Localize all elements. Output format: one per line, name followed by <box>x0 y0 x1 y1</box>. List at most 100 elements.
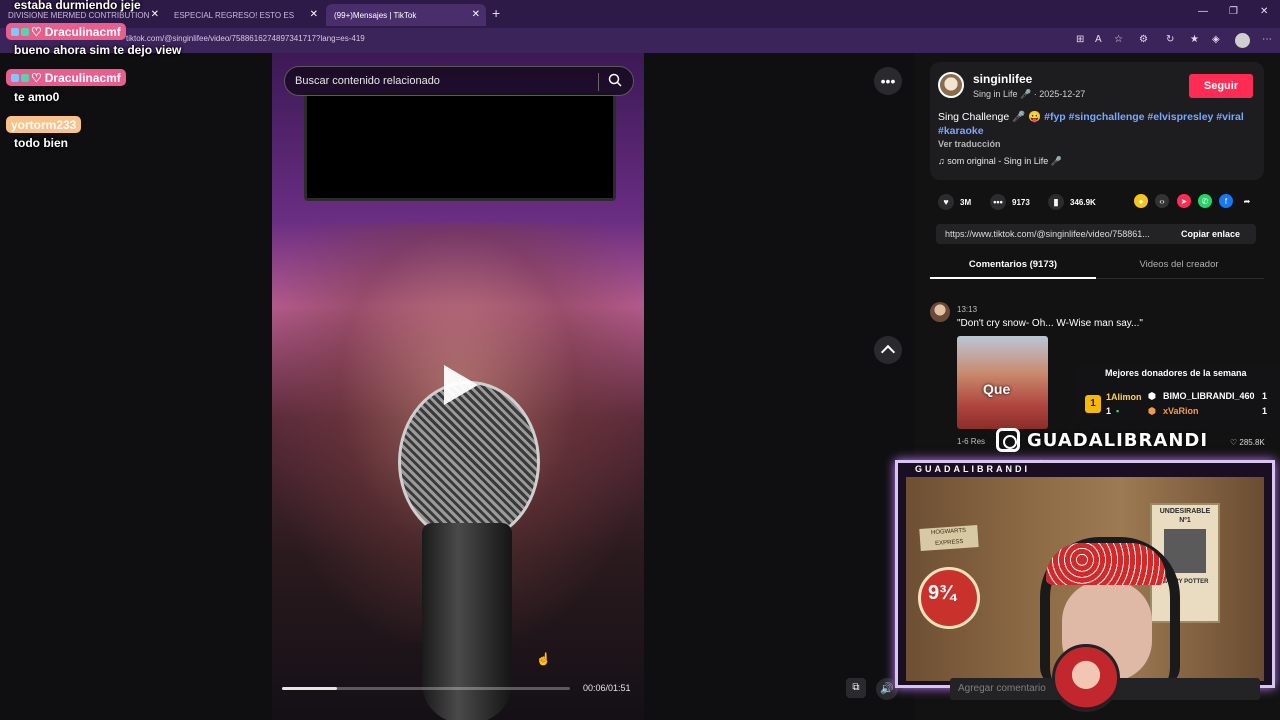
shield-icon[interactable]: ◈ <box>1212 34 1220 45</box>
comment-stat[interactable]: ••• 9173 <box>990 194 1030 210</box>
chat-message: bueno ahora sim te dejo view <box>14 43 182 57</box>
active-tab-indicator <box>930 277 1096 279</box>
send-icon[interactable]: ➤ <box>1177 194 1191 208</box>
copy-link-button[interactable]: Copiar enlace <box>1181 229 1240 239</box>
star-icon[interactable]: ☆ <box>1114 34 1123 45</box>
donor-badge-icon: ⬢ <box>1148 406 1156 416</box>
heart-icon: ♡ <box>31 24 42 39</box>
bookmark-icon: ▮ <box>1048 194 1064 210</box>
creator-avatar[interactable] <box>938 72 964 98</box>
chat-username: ♡ Draculinacmf <box>6 69 126 86</box>
microphone-body <box>422 523 512 720</box>
mouse-cursor: ☝ <box>536 652 551 666</box>
translate-icon[interactable]: A <box>1095 34 1102 45</box>
chat-username-text: Draculinacmf <box>44 24 121 39</box>
gift-icon: ▪ <box>1116 406 1120 416</box>
facebook-icon[interactable]: f <box>1219 194 1233 208</box>
chat-message: todo bien <box>14 136 68 150</box>
chat-username-text: Draculinacmf <box>44 70 121 85</box>
video-link[interactable]: https://www.tiktok.com/@singinlifee/vide… <box>945 229 1171 239</box>
related-search-input[interactable]: Buscar contenido relacionado <box>284 66 634 96</box>
like-count: 3M <box>960 197 972 207</box>
comment-meta[interactable]: 1-6 Res <box>957 437 985 446</box>
search-icon[interactable] <box>608 73 622 87</box>
close-window-icon[interactable]: ✕ <box>1260 6 1268 17</box>
save-count: 346.9K <box>1070 197 1096 207</box>
chat-message: estaba durmiendo jeje <box>14 0 141 12</box>
heart-icon: ♡ <box>31 70 42 85</box>
badge-icon <box>11 27 19 36</box>
see-translation-link[interactable]: Ver traducción <box>938 139 1001 149</box>
follow-button[interactable]: Seguir <box>1189 74 1253 98</box>
previous-video-button[interactable] <box>874 336 902 364</box>
tab-comments[interactable]: Comentarios (9173) <box>930 259 1096 270</box>
creator-name[interactable]: singinlifee <box>973 72 1032 86</box>
left-pane <box>0 53 272 720</box>
browser-tab-2[interactable]: ESPECIAL REGRESO! ESTO ES ✕ <box>166 4 324 26</box>
install-icon[interactable]: ⊞ <box>1076 34 1084 45</box>
donor-count: 1 <box>1106 406 1112 416</box>
instagram-handle: GUADALIBRANDI <box>1027 430 1209 451</box>
like-stat[interactable]: ♥ 3M <box>938 194 971 210</box>
more-options-button[interactable]: ••• <box>874 67 902 95</box>
close-icon[interactable]: ✕ <box>151 9 159 20</box>
menu-icon[interactable]: ⋯ <box>1262 34 1272 45</box>
donor-badge-icon: ⬢ <box>1148 391 1156 401</box>
commenter-avatar[interactable] <box>930 302 950 322</box>
minimize-icon[interactable]: — <box>1198 6 1208 17</box>
progress-bar[interactable] <box>282 687 570 690</box>
donors-title: Mejores donadores de la semana <box>1105 368 1247 378</box>
badge-icon <box>21 73 29 82</box>
coin-icon[interactable]: ● <box>1134 194 1148 208</box>
tab-creator-videos[interactable]: Videos del creador <box>1096 259 1262 270</box>
comment-likes[interactable]: ♡ 285.8K <box>1230 438 1265 447</box>
chat-username: yortorm233 <box>6 116 82 133</box>
comment-time: 13:13 <box>957 305 978 314</box>
comment-image-caption: Que <box>983 381 1011 397</box>
timecode: 00:06/01:51 <box>583 683 631 693</box>
extensions-icon[interactable]: ⚙ <box>1139 34 1148 45</box>
browser-tab-3[interactable]: (99+)Mensajes | TikTok ✕ <box>326 4 486 26</box>
badge-icon <box>21 27 29 36</box>
sound-link[interactable]: ♫ som original - Sing in Life 🎤 <box>938 156 1062 167</box>
new-tab-icon[interactable]: + <box>492 5 500 21</box>
platform-number: 9¾ <box>928 582 956 604</box>
save-stat[interactable]: ▮ 346.9K <box>1048 194 1096 210</box>
comment-count: 9173 <box>1012 197 1030 207</box>
hogwarts-sign: HOGWARTS EXPRESS <box>919 525 979 551</box>
chat-username: ♡ Draculinacmf <box>6 23 126 40</box>
restore-icon[interactable]: ❐ <box>1229 6 1238 17</box>
url-field[interactable]: tiktok.com/@singinlifee/video/7588616274… <box>126 34 365 43</box>
play-icon[interactable] <box>444 365 478 405</box>
donor-name: 1Alimon <box>1106 392 1142 402</box>
video-player[interactable]: Buscar contenido relacionado 00:06/01:51 <box>272 53 644 720</box>
creator-subtitle: Sing in Life 🎤 · 2025-12-27 <box>973 89 1086 99</box>
search-placeholder: Buscar contenido relacionado <box>295 75 440 87</box>
bandana <box>1046 543 1166 585</box>
badge-icon <box>11 73 19 82</box>
embed-icon[interactable]: ‹› <box>1155 194 1169 208</box>
favorites-icon[interactable]: ★ <box>1190 34 1199 45</box>
post-caption: Sing Challenge 🎤 😛 #fyp #singchallenge #… <box>938 110 1256 138</box>
instagram-icon <box>996 428 1020 452</box>
divider <box>598 73 599 91</box>
close-icon[interactable]: ✕ <box>472 9 480 20</box>
streamer-avatar <box>1052 644 1120 712</box>
close-icon[interactable]: ✕ <box>310 9 318 20</box>
sync-icon[interactable]: ↻ <box>1166 34 1174 45</box>
progress-fill <box>282 687 337 690</box>
tab-title: (99+)Mensajes | TikTok <box>334 10 417 20</box>
microphone-head <box>398 381 540 543</box>
donor-name: BIMO_LIBRANDI_460 <box>1163 391 1255 401</box>
whatsapp-icon[interactable]: ✆ <box>1198 194 1212 208</box>
donor-count: 1 <box>1262 406 1268 416</box>
pip-icon[interactable]: ⧉ <box>846 678 866 698</box>
profile-avatar[interactable] <box>1235 33 1250 48</box>
video-screen <box>304 93 616 201</box>
comment-text: "Don't cry snow- Oh... W-Wise man say...… <box>957 318 1143 329</box>
share-arrow-icon[interactable]: ➦ <box>1240 194 1254 208</box>
comment-input-placeholder: Agregar comentario <box>958 683 1046 694</box>
rank-medal: 1 <box>1085 395 1101 413</box>
donor-name: xVaRion <box>1163 406 1199 416</box>
chat-username-text: yortorm233 <box>11 117 77 132</box>
